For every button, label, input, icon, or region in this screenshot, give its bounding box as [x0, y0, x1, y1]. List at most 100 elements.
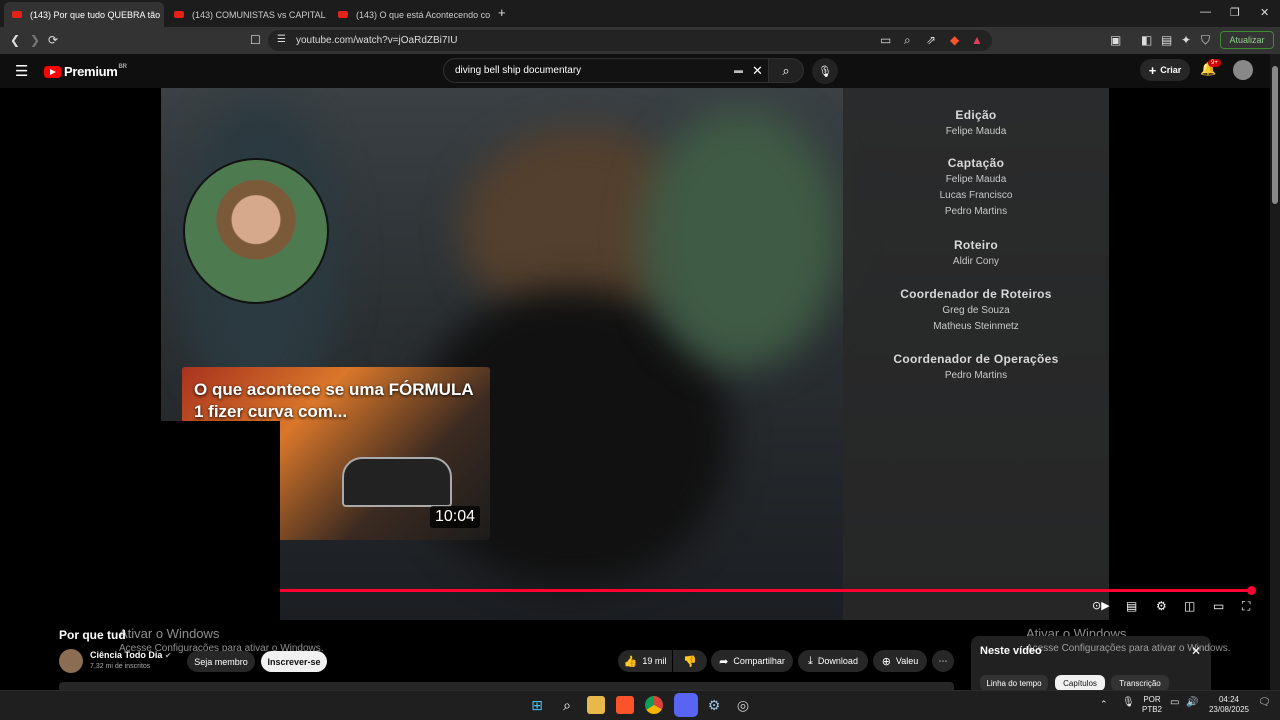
windows-activation-watermark-subtext: Acesse Configurações para ativar o Windo… — [1026, 643, 1231, 654]
browser-tab-1[interactable]: (143) Por que tudo QUEBRA tão ✕ — [4, 2, 164, 27]
super-thanks-icon: ⊕ — [881, 655, 891, 668]
presenter-portrait[interactable] — [183, 158, 329, 304]
channel-name-text: Ciência Todo Dia — [90, 650, 163, 660]
youtube-favicon-icon — [174, 11, 184, 18]
share-button[interactable]: ➦ Compartilhar — [711, 650, 793, 672]
thanks-button[interactable]: ⊕ Valeu — [873, 650, 927, 672]
theater-mode-icon[interactable]: ▭ — [1213, 599, 1224, 613]
avatar[interactable] — [1233, 60, 1253, 80]
window-close-icon[interactable]: ✕ — [1260, 6, 1269, 19]
dislike-button[interactable]: 👎 — [673, 650, 707, 672]
credit-group: Coordenador de Roteiros Greg de Souza Math… — [843, 287, 1109, 335]
clock-date: 23/08/2025 — [1208, 705, 1250, 714]
chrome-icon[interactable] — [645, 696, 663, 714]
youtube-favicon-icon — [12, 11, 22, 18]
sidebar-icon[interactable]: ◧ — [1141, 33, 1152, 47]
volume-icon[interactable]: 🔊 — [1186, 698, 1198, 708]
brave-shields-icon[interactable]: ◆ — [950, 33, 959, 47]
miniplayer-icon[interactable]: ◫ — [1184, 599, 1195, 613]
progress-bar[interactable] — [280, 589, 1252, 592]
forward-icon[interactable]: ❯ — [30, 33, 40, 47]
download-button[interactable]: ⤓ Download — [798, 650, 868, 672]
credit-role: Coordenador de Operações — [893, 352, 1059, 366]
extensions-icon[interactable]: ▣ — [1110, 33, 1121, 47]
youtube-logo[interactable]: Premium BR — [44, 64, 127, 79]
keyboard-icon[interactable]: ▬ — [734, 65, 743, 75]
credit-role: Roteiro — [953, 238, 999, 252]
fullscreen-icon[interactable]: ⛶ — [1242, 599, 1250, 614]
menu-icon[interactable]: ☰ — [15, 62, 28, 80]
download-icon: ⤓ — [808, 654, 813, 667]
bookmark-icon[interactable]: ☐ — [250, 33, 261, 47]
reload-icon[interactable]: ⟳ — [48, 33, 58, 47]
create-button[interactable]: + Criar — [1140, 59, 1190, 81]
voice-search-button[interactable]: 🎙 — [812, 58, 838, 84]
vpn-icon[interactable]: ⛉ — [1201, 33, 1210, 48]
zoom-icon[interactable]: ⌕ — [904, 33, 911, 48]
brave-rewards-icon[interactable]: ▲ — [971, 33, 983, 47]
clock[interactable]: 04:24 23/08/2025 — [1206, 695, 1252, 715]
windows-start-icon[interactable]: ⊞ — [528, 696, 546, 714]
brave-browser-icon[interactable] — [616, 696, 634, 714]
subscribe-button[interactable]: Inscrever-se — [261, 651, 327, 672]
credit-name: Greg de Souza — [942, 305, 1010, 316]
input-language[interactable]: POR PTB2 — [1140, 695, 1164, 715]
channel-name[interactable]: Ciência Todo Dia ✔ — [90, 650, 172, 660]
taskbar-search-icon[interactable]: ⌕ — [558, 696, 576, 714]
site-info-icon[interactable]: ☰ — [277, 34, 286, 45]
leo-ai-icon[interactable]: ✦ — [1181, 33, 1191, 47]
channel-avatar[interactable] — [59, 649, 83, 673]
video-player[interactable]: Edição Felipe Mauda Captação Felipe Mauda Lu… — [161, 88, 1109, 620]
browser-tab-3[interactable]: (143) O que está Acontecendo com o — [330, 2, 490, 27]
clear-search-icon[interactable]: ✕ — [752, 63, 763, 79]
endcard-duration: 10:04 — [429, 506, 480, 528]
video-title: Por que tud — [59, 628, 126, 642]
language-code: POR — [1143, 695, 1161, 704]
blurred-background-shape — [641, 108, 841, 368]
credit-group: Edição Felipe Mauda — [843, 108, 1109, 140]
tray-overflow-icon[interactable]: ⌃ — [1100, 699, 1108, 709]
discord-icon[interactable] — [674, 693, 698, 717]
network-icon[interactable]: ▭ — [1170, 698, 1179, 708]
credits-panel: Edição Felipe Mauda Captação Felipe Mauda Lu… — [843, 88, 1109, 620]
description-box[interactable] — [59, 682, 954, 690]
thumbs-up-icon: 👍 — [623, 655, 638, 668]
like-button[interactable]: 👍 19 mil — [618, 650, 672, 672]
tab-chapters[interactable]: Capítulos — [1055, 675, 1105, 691]
browser-tab-2[interactable]: (143) COMUNISTAS vs CAPITALISTAS — [166, 2, 326, 27]
youtube-play-icon — [44, 65, 61, 78]
more-actions-button[interactable]: ⋯ — [932, 650, 954, 672]
cast-icon[interactable]: ▭ — [880, 33, 891, 47]
join-member-button[interactable]: Seja membro — [187, 651, 255, 672]
tab-timeline[interactable]: Linha do tempo — [980, 675, 1048, 691]
scrollbar-thumb[interactable] — [1272, 66, 1278, 204]
app-icon[interactable]: ◎ — [734, 696, 752, 714]
progress-scrubber[interactable] — [1247, 586, 1256, 595]
credit-group: Roteiro Aldir Cony — [843, 238, 1109, 270]
settings-gear-icon[interactable]: ⚙ — [1156, 599, 1167, 613]
credit-name: Felipe Mauda — [945, 126, 1007, 137]
share-icon[interactable]: ⇗ — [926, 33, 936, 47]
tab-transcript[interactable]: Transcrição — [1111, 675, 1169, 691]
search-input[interactable]: diving bell ship documentary ▬ ✕ — [443, 58, 769, 83]
wallet-icon[interactable]: ▤ — [1161, 33, 1172, 47]
credit-role: Captação — [947, 156, 1005, 170]
subtitles-icon[interactable]: ▤ — [1126, 599, 1137, 613]
new-tab-button[interactable]: + — [498, 5, 506, 20]
search-button[interactable]: ⌕ — [768, 58, 804, 83]
autoplay-toggle-icon[interactable]: ⊙▶ — [1092, 599, 1110, 612]
restore-icon[interactable]: ❐ — [1230, 6, 1240, 19]
notification-center-icon[interactable]: 🗨 — [1258, 698, 1271, 708]
thumbs-down-icon: 👎 — [683, 655, 697, 668]
back-icon[interactable]: ❮ — [10, 33, 20, 47]
minimize-icon[interactable]: — — [1200, 6, 1211, 18]
file-explorer-icon[interactable] — [587, 696, 605, 714]
address-bar[interactable]: ☰ youtube.com/watch?v=jOaRdZBi7IU ▭ ⌕ ⇗ … — [268, 30, 992, 51]
steam-icon[interactable]: ⚙ — [705, 696, 723, 714]
update-button[interactable]: Atualizar — [1220, 31, 1274, 49]
race-car-image — [342, 457, 452, 507]
browser-toolbar: ❮ ❯ ⟳ ☐ ☰ youtube.com/watch?v=jOaRdZBi7I… — [0, 27, 1280, 54]
tab-title: (143) Por que tudo QUEBRA tão — [30, 9, 161, 20]
microphone-icon: 🎙 — [818, 65, 832, 78]
tray-microphone-icon[interactable]: 🎙 — [1122, 698, 1135, 708]
